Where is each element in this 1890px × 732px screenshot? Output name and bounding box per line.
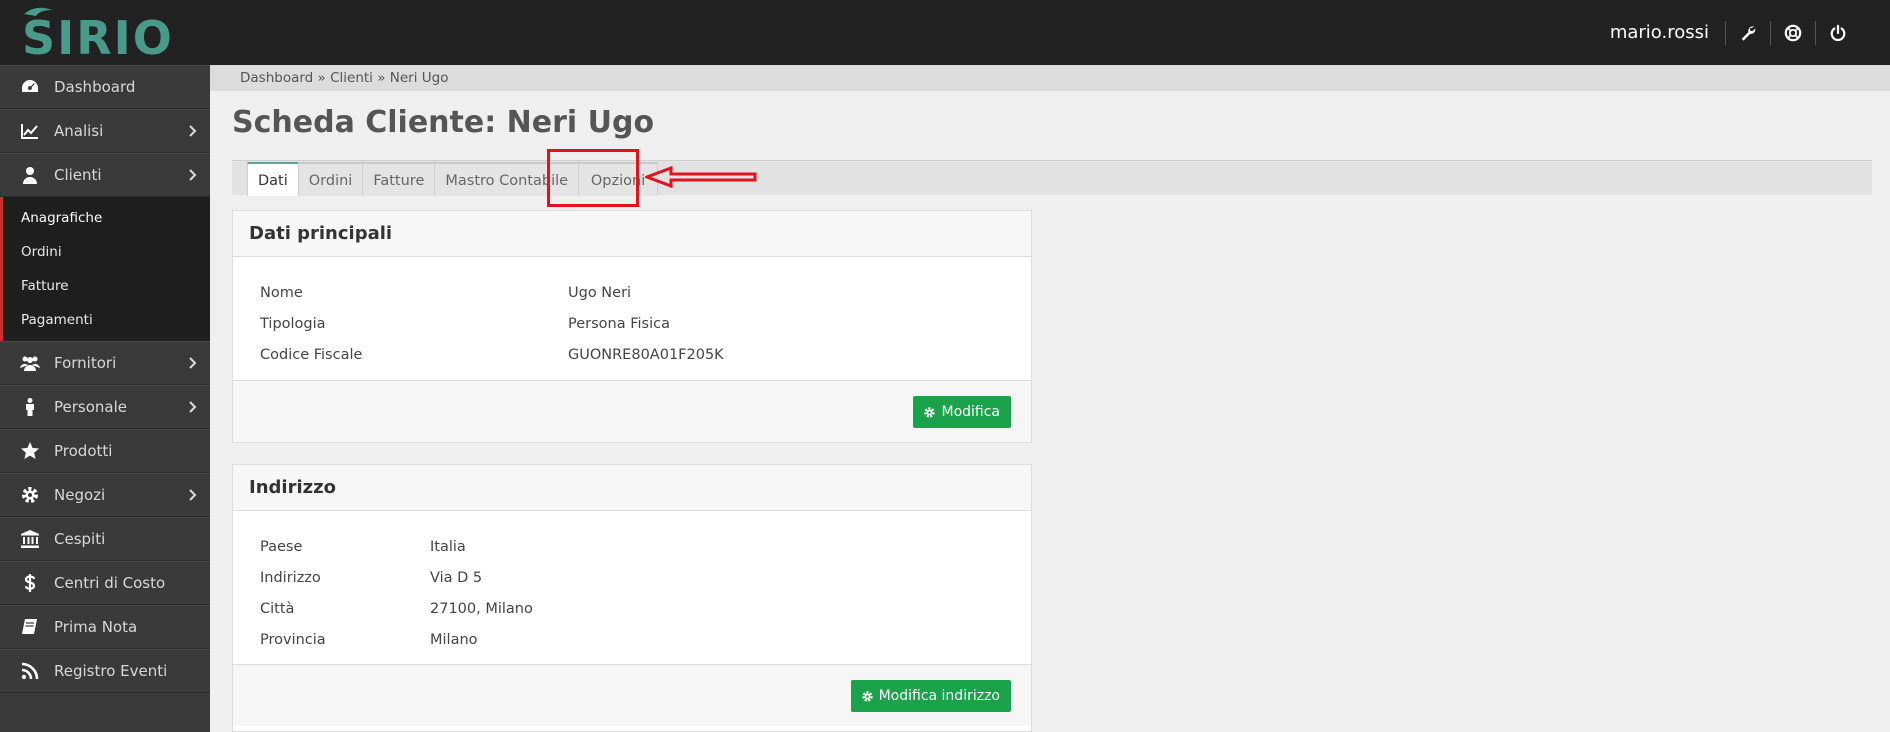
chevron-right-icon xyxy=(189,125,197,137)
users-icon xyxy=(18,353,42,373)
sidebar-item-label: Fornitori xyxy=(54,354,117,372)
info-row: Indirizzo Via D 5 xyxy=(260,562,1004,593)
field-label: Nome xyxy=(260,284,303,301)
sidebar-item-label: Registro Eventi xyxy=(54,662,168,680)
field-value: Ugo Neri xyxy=(568,284,632,301)
sidebar-item-cespiti[interactable]: Cespiti xyxy=(0,517,210,561)
sidebar-item-centri-di-costo[interactable]: Centri di Costo xyxy=(0,561,210,605)
dollar-icon xyxy=(18,573,42,593)
page-title: Scheda Cliente: Neri Ugo xyxy=(232,105,655,140)
sidebar-item-negozi[interactable]: Negozi xyxy=(0,473,210,517)
modifica-indirizzo-button[interactable]: Modifica indirizzo xyxy=(850,680,1011,712)
sidebar-item-label: Clienti xyxy=(54,166,102,184)
person-icon xyxy=(18,397,42,417)
gear-icon xyxy=(861,690,873,702)
button-label: Modifica xyxy=(941,404,1000,420)
field-label: Città xyxy=(260,600,295,617)
field-label: Tipologia xyxy=(260,315,326,332)
panel-footer: Modifica xyxy=(233,380,1031,442)
line-chart-icon xyxy=(18,121,42,141)
field-label: Paese xyxy=(260,538,303,555)
gear-icon xyxy=(18,485,42,505)
wrench-icon[interactable] xyxy=(1726,0,1770,65)
sidebar-item-dashboard[interactable]: Dashboard xyxy=(0,65,210,109)
info-row: Paese Italia xyxy=(260,531,1004,562)
button-label: Modifica indirizzo xyxy=(878,688,1000,704)
chevron-right-icon xyxy=(189,169,197,181)
info-row: Codice Fiscale GUONRE80A01F205K xyxy=(260,339,1004,370)
field-value: Italia xyxy=(430,538,466,555)
book-icon xyxy=(18,617,42,637)
svg-text:SIRIO: SIRIO xyxy=(22,11,174,60)
sidebar-item-label: Analisi xyxy=(54,122,104,140)
info-row: Tipologia Persona Fisica xyxy=(260,308,1004,339)
sidebar-item-personale[interactable]: Personale xyxy=(0,385,210,429)
arrow-left-icon xyxy=(645,166,757,188)
panel-footer: Modifica indirizzo xyxy=(233,664,1031,726)
sidebar-item-label: Centri di Costo xyxy=(54,574,166,592)
sidebar: Dashboard Analisi Clienti Anagrafiche Or… xyxy=(0,65,210,732)
sidebar-item-fornitori[interactable]: Fornitori xyxy=(0,341,210,385)
sirio-logo[interactable]: SIRIO xyxy=(22,6,192,60)
submenu-item-fatture[interactable]: Fatture xyxy=(3,269,210,303)
info-row: Nome Ugo Neri xyxy=(260,277,1004,308)
gear-icon xyxy=(924,406,936,418)
chevron-right-icon xyxy=(189,357,197,369)
sidebar-item-label: Negozi xyxy=(54,486,106,504)
power-icon[interactable] xyxy=(1816,0,1860,65)
sidebar-item-clienti[interactable]: Clienti xyxy=(0,153,210,197)
tab-bar: Dati Ordini Fatture Mastro Contabile Opz… xyxy=(232,160,1872,196)
sidebar-item-prodotti[interactable]: Prodotti xyxy=(0,429,210,473)
top-bar: SIRIO mario.rossi xyxy=(0,0,1890,65)
field-value: Via D 5 xyxy=(430,569,483,586)
chevron-right-icon xyxy=(189,401,197,413)
field-value: Milano xyxy=(430,631,478,648)
sidebar-item-label: Prodotti xyxy=(54,442,113,460)
tab-ordini[interactable]: Ordini xyxy=(297,162,364,196)
modifica-button[interactable]: Modifica xyxy=(913,396,1011,428)
sidebar-item-analisi[interactable]: Analisi xyxy=(0,109,210,153)
sidebar-item-label: Prima Nota xyxy=(54,618,138,636)
field-label: Provincia xyxy=(260,631,326,648)
panel-title: Indirizzo xyxy=(233,465,1031,511)
field-value: Persona Fisica xyxy=(568,315,670,332)
submenu-item-ordini[interactable]: Ordini xyxy=(3,235,210,269)
submenu-item-anagrafiche[interactable]: Anagrafiche xyxy=(3,201,210,235)
field-label: Indirizzo xyxy=(260,569,321,586)
breadcrumb[interactable]: Dashboard » Clienti » Neri Ugo xyxy=(210,65,1890,91)
user-icon xyxy=(18,165,42,185)
tab-dati[interactable]: Dati xyxy=(247,162,299,196)
info-row: Provincia Milano xyxy=(260,624,1004,655)
clienti-submenu: Anagrafiche Ordini Fatture Pagamenti xyxy=(0,197,210,341)
tab-fatture[interactable]: Fatture xyxy=(362,162,436,196)
sidebar-item-label: Personale xyxy=(54,398,127,416)
sidebar-item-label: Cespiti xyxy=(54,530,106,548)
highlight-box xyxy=(547,149,639,207)
sidebar-item-label: Dashboard xyxy=(54,78,136,96)
field-label: Codice Fiscale xyxy=(260,346,363,363)
dashboard-icon xyxy=(18,77,42,97)
field-value: GUONRE80A01F205K xyxy=(568,346,724,363)
submenu-item-pagamenti[interactable]: Pagamenti xyxy=(3,303,210,337)
main-content: Dashboard » Clienti » Neri Ugo Scheda Cl… xyxy=(210,65,1890,732)
sidebar-item-prima-nota[interactable]: Prima Nota xyxy=(0,605,210,649)
rss-icon xyxy=(18,661,42,681)
chevron-right-icon xyxy=(189,489,197,501)
field-value: 27100, Milano xyxy=(430,600,533,617)
panel-indirizzo: Indirizzo Paese Italia Indirizzo Via D 5… xyxy=(232,464,1032,732)
info-row: Città 27100, Milano xyxy=(260,593,1004,624)
lifebuoy-icon[interactable] xyxy=(1771,0,1815,65)
panel-dati-principali: Dati principali Nome Ugo Neri Tipologia … xyxy=(232,210,1032,443)
sidebar-item-registro-eventi[interactable]: Registro Eventi xyxy=(0,649,210,693)
panel-title: Dati principali xyxy=(233,211,1031,257)
star-icon xyxy=(18,441,42,461)
username[interactable]: mario.rossi xyxy=(1610,22,1725,43)
bank-icon xyxy=(18,529,42,549)
